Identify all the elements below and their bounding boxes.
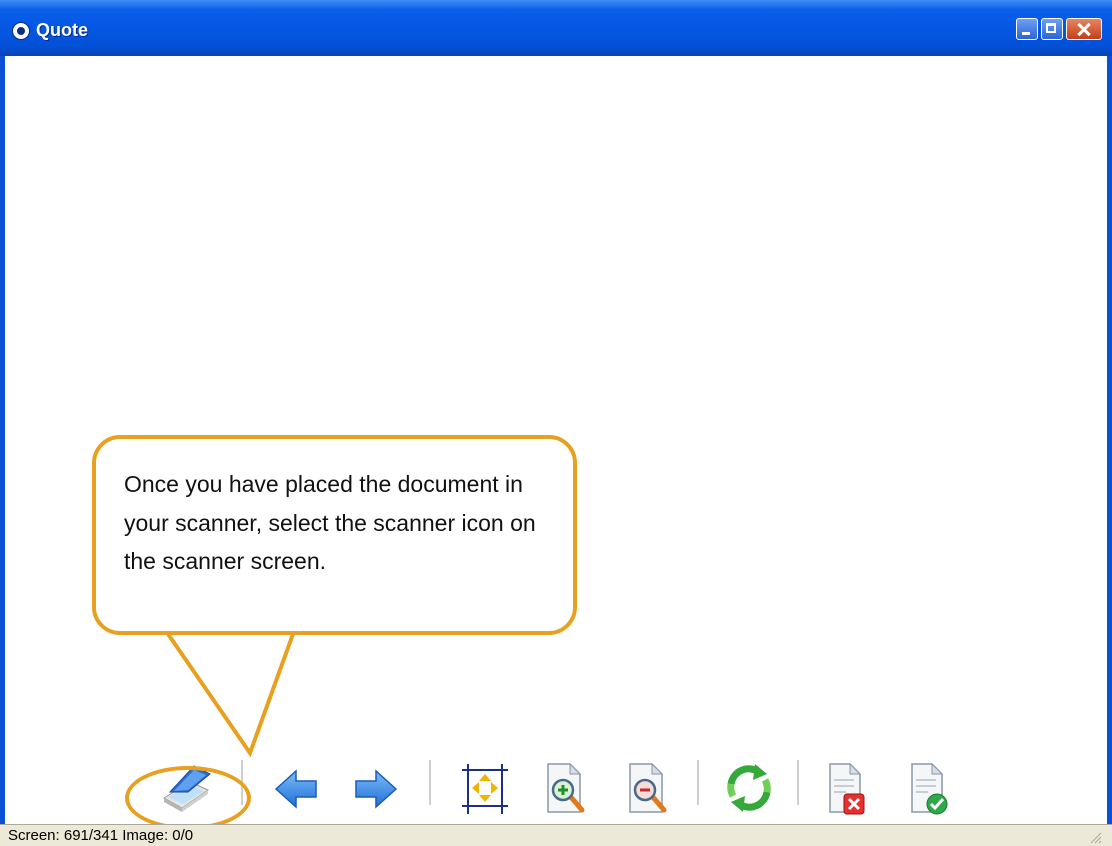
close-button[interactable]: [1066, 18, 1102, 40]
resize-grip-icon[interactable]: [1088, 830, 1102, 844]
toolbar-separator: [429, 760, 432, 805]
toolbar-separator: [697, 760, 700, 805]
document-delete-icon: [829, 762, 865, 815]
app-icon: [12, 22, 30, 40]
maximize-button[interactable]: [1041, 18, 1063, 40]
zoom-in-button[interactable]: [540, 760, 596, 820]
fit-page-icon: [462, 764, 508, 814]
status-text: Screen: 691/341 Image: 0/0: [8, 827, 194, 844]
title-bar[interactable]: Quote: [0, 0, 1112, 56]
zoom-out-icon: [629, 762, 667, 813]
previous-page-button[interactable]: [272, 760, 328, 820]
arrow-right-icon: [355, 769, 398, 809]
document-accept-icon: [911, 762, 948, 815]
rotate-button[interactable]: [721, 760, 777, 820]
zoom-in-icon: [547, 762, 585, 813]
application-window: [0, 0, 1112, 846]
next-page-button[interactable]: [350, 760, 406, 820]
fit-to-screen-button[interactable]: [458, 760, 514, 820]
instruction-callout: Once you have placed the document in you…: [92, 435, 577, 635]
scan-button-highlight: [125, 766, 251, 830]
cancel-button[interactable]: [822, 760, 878, 820]
callout-text: Once you have placed the document in you…: [124, 471, 536, 574]
arrow-left-icon: [274, 769, 317, 809]
toolbar-separator: [797, 760, 800, 805]
rotate-arrows-icon: [727, 764, 771, 812]
window-title: Quote: [36, 20, 88, 40]
zoom-out-button[interactable]: [622, 760, 678, 820]
accept-button[interactable]: [904, 760, 960, 820]
status-bar: Screen: 691/341 Image: 0/0: [0, 824, 1112, 846]
minimize-button[interactable]: [1016, 18, 1038, 40]
